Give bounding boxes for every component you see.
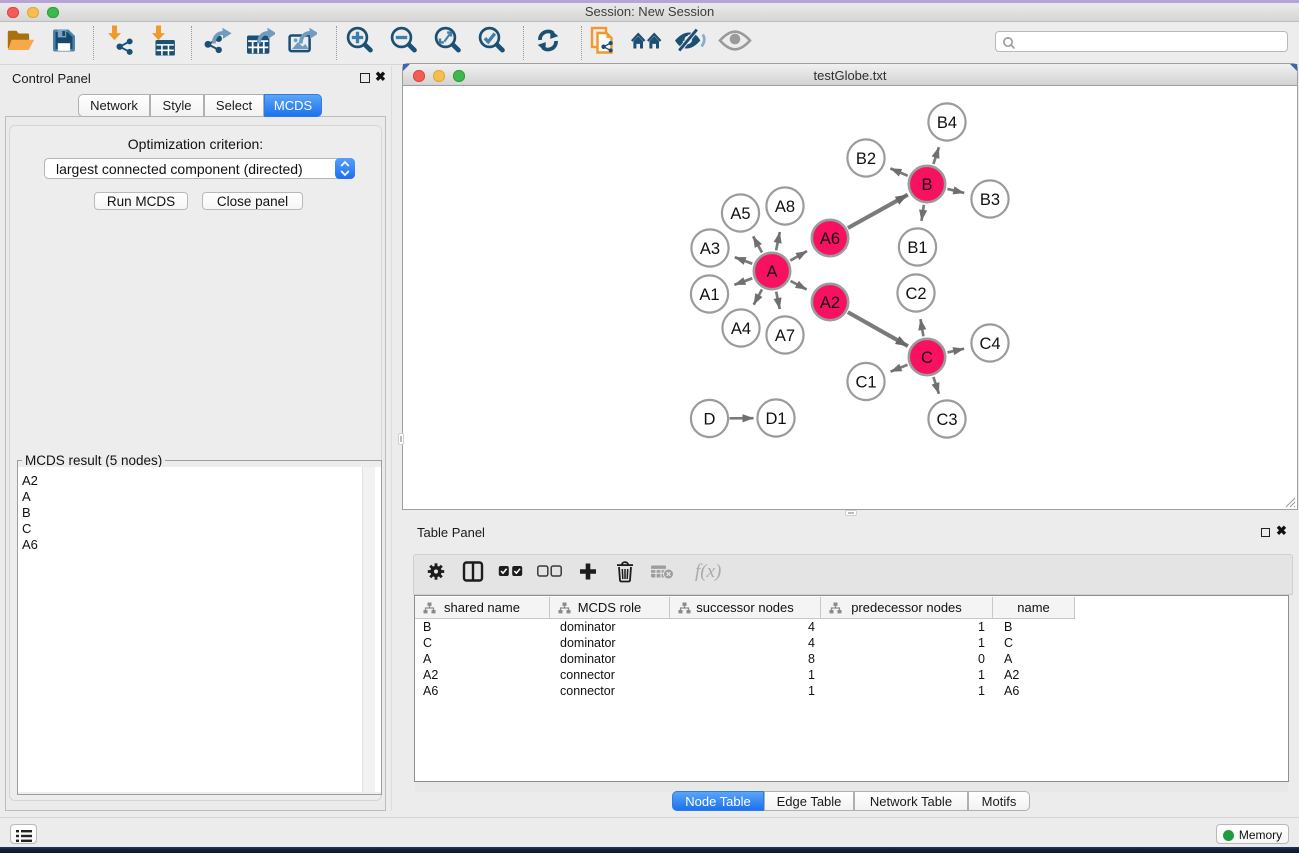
svg-text:C1: C1 <box>855 374 876 392</box>
svg-text:A2: A2 <box>820 294 840 312</box>
svg-text:D: D <box>704 411 716 429</box>
svg-text:B: B <box>921 176 932 194</box>
svg-text:A7: A7 <box>775 327 795 345</box>
svg-text:A4: A4 <box>731 320 751 338</box>
svg-text:B3: B3 <box>980 191 1000 209</box>
svg-text:C2: C2 <box>905 285 926 303</box>
svg-text:C: C <box>921 349 933 367</box>
svg-text:B1: B1 <box>907 239 927 257</box>
svg-text:D1: D1 <box>765 410 786 428</box>
svg-text:A1: A1 <box>699 286 719 304</box>
svg-text:B4: B4 <box>937 114 957 132</box>
svg-text:C3: C3 <box>936 411 957 429</box>
svg-text:A3: A3 <box>700 240 720 258</box>
svg-text:B2: B2 <box>856 150 876 168</box>
svg-text:A6: A6 <box>820 230 840 248</box>
svg-text:C4: C4 <box>979 335 1000 353</box>
svg-text:A: A <box>766 263 777 281</box>
svg-text:A5: A5 <box>730 205 750 223</box>
svg-text:A8: A8 <box>775 198 795 216</box>
